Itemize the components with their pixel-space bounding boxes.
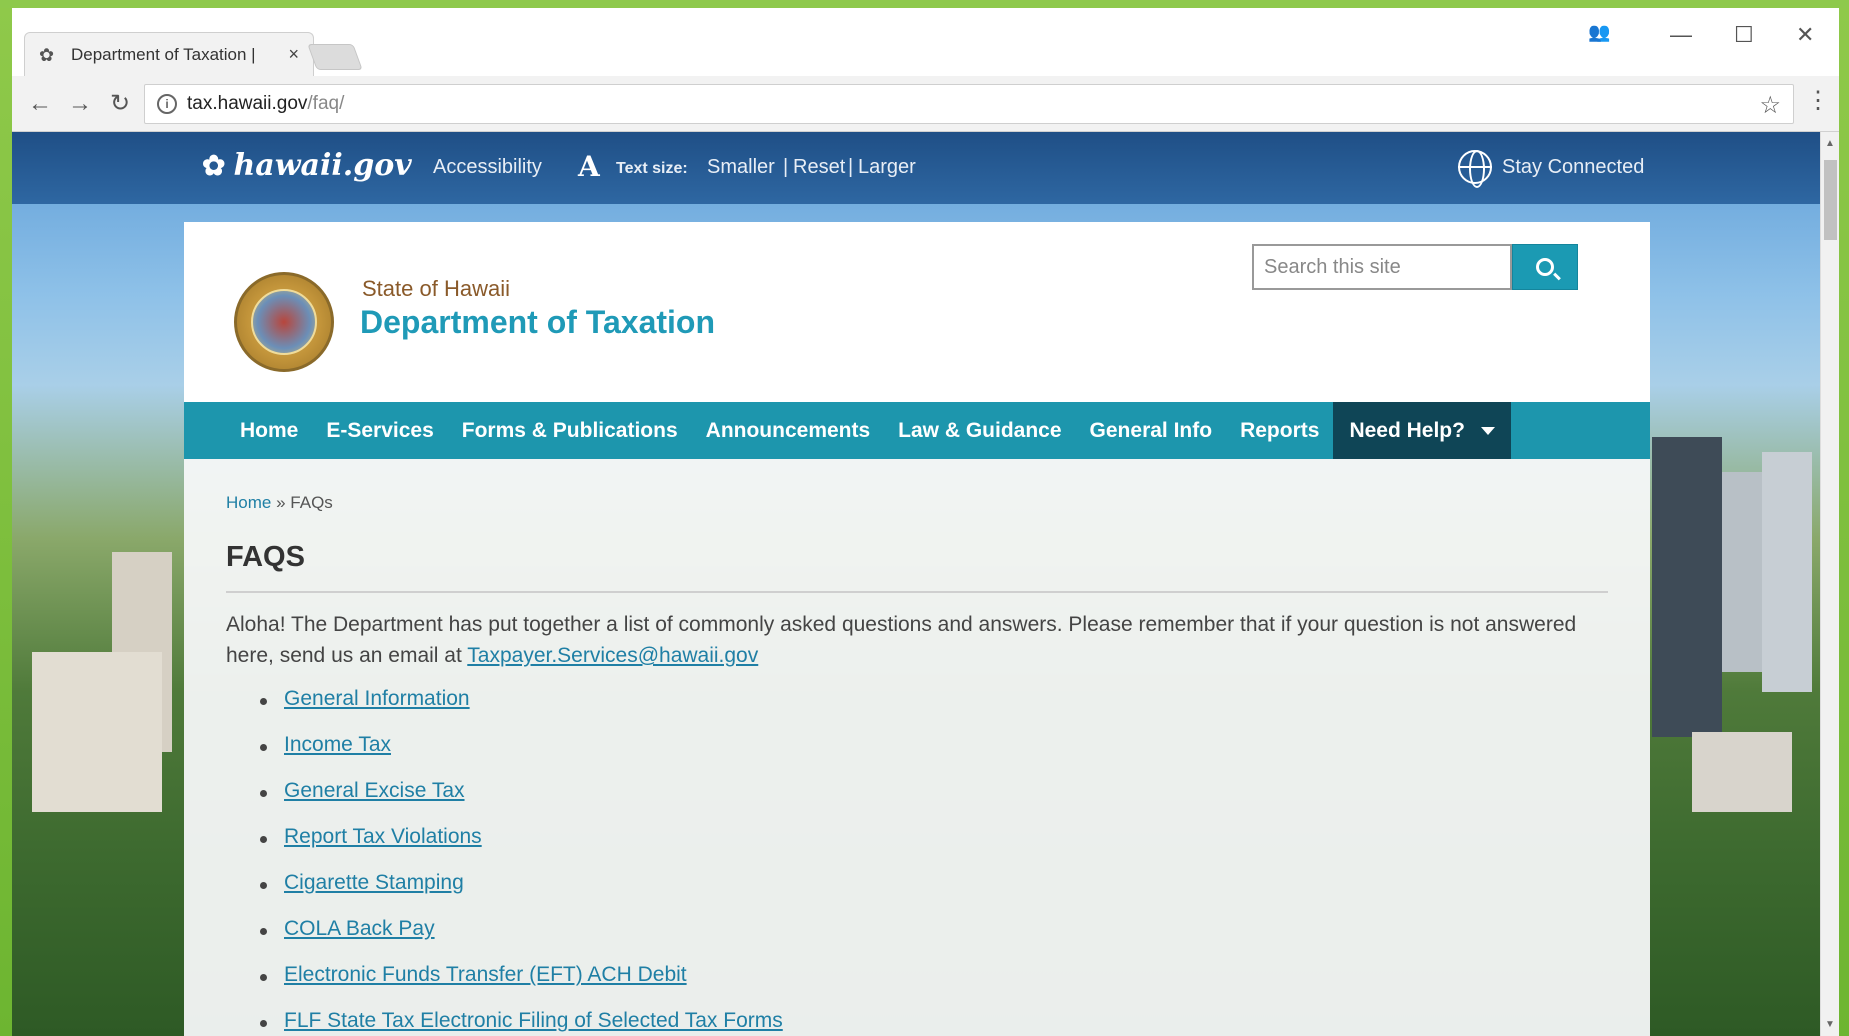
- page-title: FAQS: [226, 541, 305, 573]
- separator: |: [783, 156, 789, 178]
- logo-text: hawaii.gov: [233, 148, 412, 183]
- browser-window: ✿ Department of Taxation | × 👥 — ☐ ✕ ← →…: [12, 8, 1839, 1036]
- scroll-down-arrow-icon[interactable]: ▼: [1825, 1019, 1835, 1030]
- need-help-label: Need Help?: [1349, 418, 1465, 442]
- nav-e-services[interactable]: E-Services: [312, 402, 447, 459]
- page-viewport: ✿ hawaii.gov Accessibility A Text size: …: [12, 132, 1820, 1036]
- list-item: General Excise Tax: [226, 779, 783, 825]
- browser-menu-icon[interactable]: ⋮: [1806, 86, 1830, 115]
- close-window-icon[interactable]: ✕: [1796, 22, 1814, 48]
- background-building: [1762, 452, 1812, 692]
- hawaii-gov-logo[interactable]: ✿ hawaii.gov: [202, 148, 412, 183]
- faq-link-general-information[interactable]: General Information: [284, 687, 470, 710]
- search-input[interactable]: [1252, 244, 1512, 290]
- text-size-label: Text size:: [616, 160, 688, 177]
- list-item: Income Tax: [226, 733, 783, 779]
- new-tab-button[interactable]: [307, 44, 363, 70]
- list-item: COLA Back Pay: [226, 917, 783, 963]
- globe-icon: [1458, 150, 1492, 188]
- text-reset-link[interactable]: Reset: [793, 156, 845, 179]
- favicon-icon: ✿: [39, 44, 55, 65]
- list-item: General Information: [226, 687, 783, 733]
- breadcrumb-current: FAQs: [290, 493, 333, 512]
- background-building: [1692, 732, 1792, 812]
- list-item: Cigarette Stamping: [226, 871, 783, 917]
- title-divider: [226, 591, 1608, 593]
- state-seal-icon[interactable]: [234, 272, 334, 372]
- nav-law-guidance[interactable]: Law & Guidance: [884, 402, 1075, 459]
- scroll-up-arrow-icon[interactable]: ▲: [1825, 138, 1835, 149]
- faq-link-flf-electronic-filing[interactable]: FLF State Tax Electronic Filing of Selec…: [284, 1009, 783, 1032]
- desktop-background-left: [0, 8, 12, 1036]
- background-building: [1652, 437, 1722, 737]
- background-building: [1722, 472, 1762, 672]
- main-nav: Home E-Services Forms & Publications Ann…: [184, 402, 1650, 459]
- minimize-icon[interactable]: —: [1670, 22, 1692, 48]
- flower-icon: ✿: [202, 149, 226, 182]
- tab-title: Department of Taxation |: [71, 44, 256, 64]
- site-info-icon[interactable]: i: [157, 94, 177, 114]
- text-larger-link[interactable]: Larger: [858, 156, 916, 179]
- browser-toolbar: ← → ↻ i tax.hawaii.gov /faq/ ☆ ⋮: [12, 76, 1839, 132]
- forward-arrow-icon[interactable]: →: [60, 90, 100, 118]
- title-bar: ✿ Department of Taxation | × 👥 — ☐ ✕: [12, 8, 1839, 76]
- nav-need-help[interactable]: Need Help?: [1333, 402, 1511, 459]
- intro-body: Aloha! The Department has put together a…: [226, 613, 1577, 667]
- user-profile-icon[interactable]: 👥: [1588, 22, 1610, 43]
- text-smaller-link[interactable]: Smaller: [707, 156, 775, 179]
- list-item: Report Tax Violations: [226, 825, 783, 871]
- breadcrumb: Home » FAQs: [226, 493, 333, 513]
- breadcrumb-home-link[interactable]: Home: [226, 493, 271, 512]
- nav-general-info[interactable]: General Info: [1076, 402, 1227, 459]
- close-tab-icon[interactable]: ×: [288, 44, 299, 65]
- desktop-background-top: [0, 0, 1849, 8]
- faq-topic-list: General Information Income Tax General E…: [226, 687, 783, 1036]
- breadcrumb-separator: »: [276, 493, 286, 512]
- nav-forms-publications[interactable]: Forms & Publications: [448, 402, 692, 459]
- nav-announcements[interactable]: Announcements: [692, 402, 885, 459]
- site-header: State of Hawaii Department of Taxation: [184, 222, 1650, 402]
- faq-link-general-excise-tax[interactable]: General Excise Tax: [284, 779, 465, 802]
- url-domain: tax.hawaii.gov: [187, 93, 308, 114]
- email-link[interactable]: Taxpayer.Services@hawaii.gov: [467, 644, 758, 667]
- department-title[interactable]: Department of Taxation: [360, 304, 715, 341]
- faq-link-income-tax[interactable]: Income Tax: [284, 733, 391, 756]
- list-item: Electronic Funds Transfer (EFT) ACH Debi…: [226, 963, 783, 1009]
- separator: |: [848, 156, 854, 178]
- search-button[interactable]: [1512, 244, 1578, 290]
- stay-connected-link[interactable]: Stay Connected: [1502, 156, 1644, 179]
- search-icon: [1536, 258, 1554, 276]
- faq-link-cola-back-pay[interactable]: COLA Back Pay: [284, 917, 435, 940]
- main-container: State of Hawaii Department of Taxation H…: [184, 222, 1650, 1036]
- text-size-icon: A: [578, 150, 600, 183]
- nav-home[interactable]: Home: [184, 402, 312, 459]
- utility-bar: ✿ hawaii.gov Accessibility A Text size: …: [12, 132, 1820, 204]
- vertical-scrollbar[interactable]: ▲ ▼: [1820, 132, 1839, 1036]
- page-content: Home » FAQs FAQS Aloha! The Department h…: [184, 459, 1650, 1036]
- maximize-icon[interactable]: ☐: [1734, 22, 1754, 48]
- list-item: FLF State Tax Electronic Filing of Selec…: [226, 1009, 783, 1036]
- address-bar[interactable]: i tax.hawaii.gov /faq/ ☆: [144, 84, 1794, 124]
- background-building: [32, 652, 162, 812]
- seal-emblem: [251, 289, 317, 355]
- scroll-thumb[interactable]: [1824, 160, 1837, 240]
- intro-text: Aloha! The Department has put together a…: [226, 609, 1606, 671]
- accessibility-link[interactable]: Accessibility: [433, 156, 542, 179]
- bookmark-star-icon[interactable]: ☆: [1759, 91, 1781, 120]
- nav-reports[interactable]: Reports: [1226, 402, 1333, 459]
- faq-link-cigarette-stamping[interactable]: Cigarette Stamping: [284, 871, 464, 894]
- reload-icon[interactable]: ↻: [100, 89, 140, 118]
- browser-tab[interactable]: ✿ Department of Taxation | ×: [24, 32, 314, 76]
- desktop-background-right: [1839, 8, 1849, 1036]
- faq-link-report-tax-violations[interactable]: Report Tax Violations: [284, 825, 482, 848]
- caret-down-icon: [1480, 426, 1495, 435]
- faq-link-eft-ach-debit[interactable]: Electronic Funds Transfer (EFT) ACH Debi…: [284, 963, 687, 986]
- state-name: State of Hawaii: [362, 276, 510, 301]
- url-path: /faq/: [307, 93, 345, 114]
- back-arrow-icon[interactable]: ←: [20, 90, 60, 118]
